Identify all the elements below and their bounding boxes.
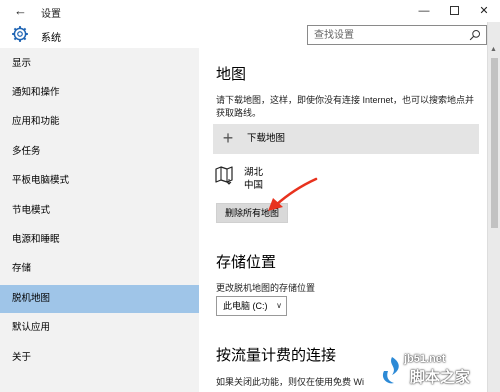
search-box[interactable] — [307, 25, 487, 45]
maximize-icon — [449, 5, 459, 15]
watermark-site: jb51.net — [404, 353, 446, 365]
settings-header: 系统 — [0, 22, 500, 48]
maximize-button[interactable] — [439, 0, 469, 22]
download-maps-button[interactable]: + 下载地图 — [213, 124, 479, 154]
sidebar-item-notifications[interactable]: 通知和操作 — [0, 79, 199, 107]
metered-connection-heading: 按流量计费的连接 — [216, 347, 337, 364]
scrollbar-thumb[interactable] — [491, 58, 498, 228]
content-pane: 地图 请下载地图，这样，即使你没有连接 Internet，也可以搜索地点并获取路… — [199, 48, 487, 392]
window-title: 设置 — [41, 9, 61, 20]
chevron-down-icon: ∨ — [276, 301, 282, 310]
watermark-name: 脚本之家 — [410, 369, 471, 386]
minimize-button[interactable]: — — [409, 0, 439, 22]
storage-heading: 存储位置 — [216, 254, 277, 271]
search-input[interactable] — [314, 28, 464, 42]
plus-icon: + — [222, 128, 234, 148]
sidebar: 显示 通知和操作 应用和功能 多任务 平板电脑模式 节电模式 电源和睡眠 存储 … — [0, 48, 199, 392]
back-arrow-icon[interactable]: ← — [14, 3, 27, 18]
storage-location-label: 更改脱机地图的存储位置 — [216, 283, 316, 293]
red-arrow-annotation — [268, 177, 318, 211]
storage-location-select[interactable]: 此电脑 (C:) ∨ — [216, 296, 287, 316]
map-icon — [215, 166, 233, 185]
sidebar-item-multitasking[interactable]: 多任务 — [0, 138, 199, 166]
maps-description: 请下载地图，这样，即使你没有连接 Internet，也可以搜索地点并获取路线。 — [216, 95, 475, 118]
sidebar-item-about[interactable]: 关于 — [0, 344, 199, 372]
sidebar-item-display[interactable]: 显示 — [0, 50, 199, 78]
close-button[interactable]: ✕ — [469, 0, 499, 22]
scrollbar[interactable]: ▲ — [487, 22, 500, 392]
section-title: 系统 — [41, 33, 61, 44]
watermark-logo — [382, 357, 399, 384]
maps-heading: 地图 — [216, 66, 247, 83]
sidebar-item-offline-maps[interactable]: 脱机地图 — [0, 285, 199, 313]
map-entry-name[interactable]: 湖北 — [244, 164, 263, 178]
storage-location-value: 此电脑 (C:) — [223, 301, 268, 311]
gear-icon — [12, 26, 28, 42]
sidebar-item-battery-saver[interactable]: 节电模式 — [0, 197, 199, 225]
sidebar-item-apps-features[interactable]: 应用和功能 — [0, 108, 199, 136]
map-entry-country: 中国 — [244, 180, 264, 191]
sidebar-item-tablet-mode[interactable]: 平板电脑模式 — [0, 167, 199, 195]
sidebar-item-storage[interactable]: 存储 — [0, 255, 199, 283]
scroll-up-icon[interactable]: ▲ — [490, 46, 497, 53]
search-icon[interactable] — [469, 29, 481, 41]
download-maps-label: 下载地图 — [247, 133, 286, 144]
sidebar-item-power-sleep[interactable]: 电源和睡眠 — [0, 226, 199, 254]
sidebar-item-default-apps[interactable]: 默认应用 — [0, 314, 199, 342]
title-bar: ← 设置 — ✕ — [0, 0, 500, 22]
